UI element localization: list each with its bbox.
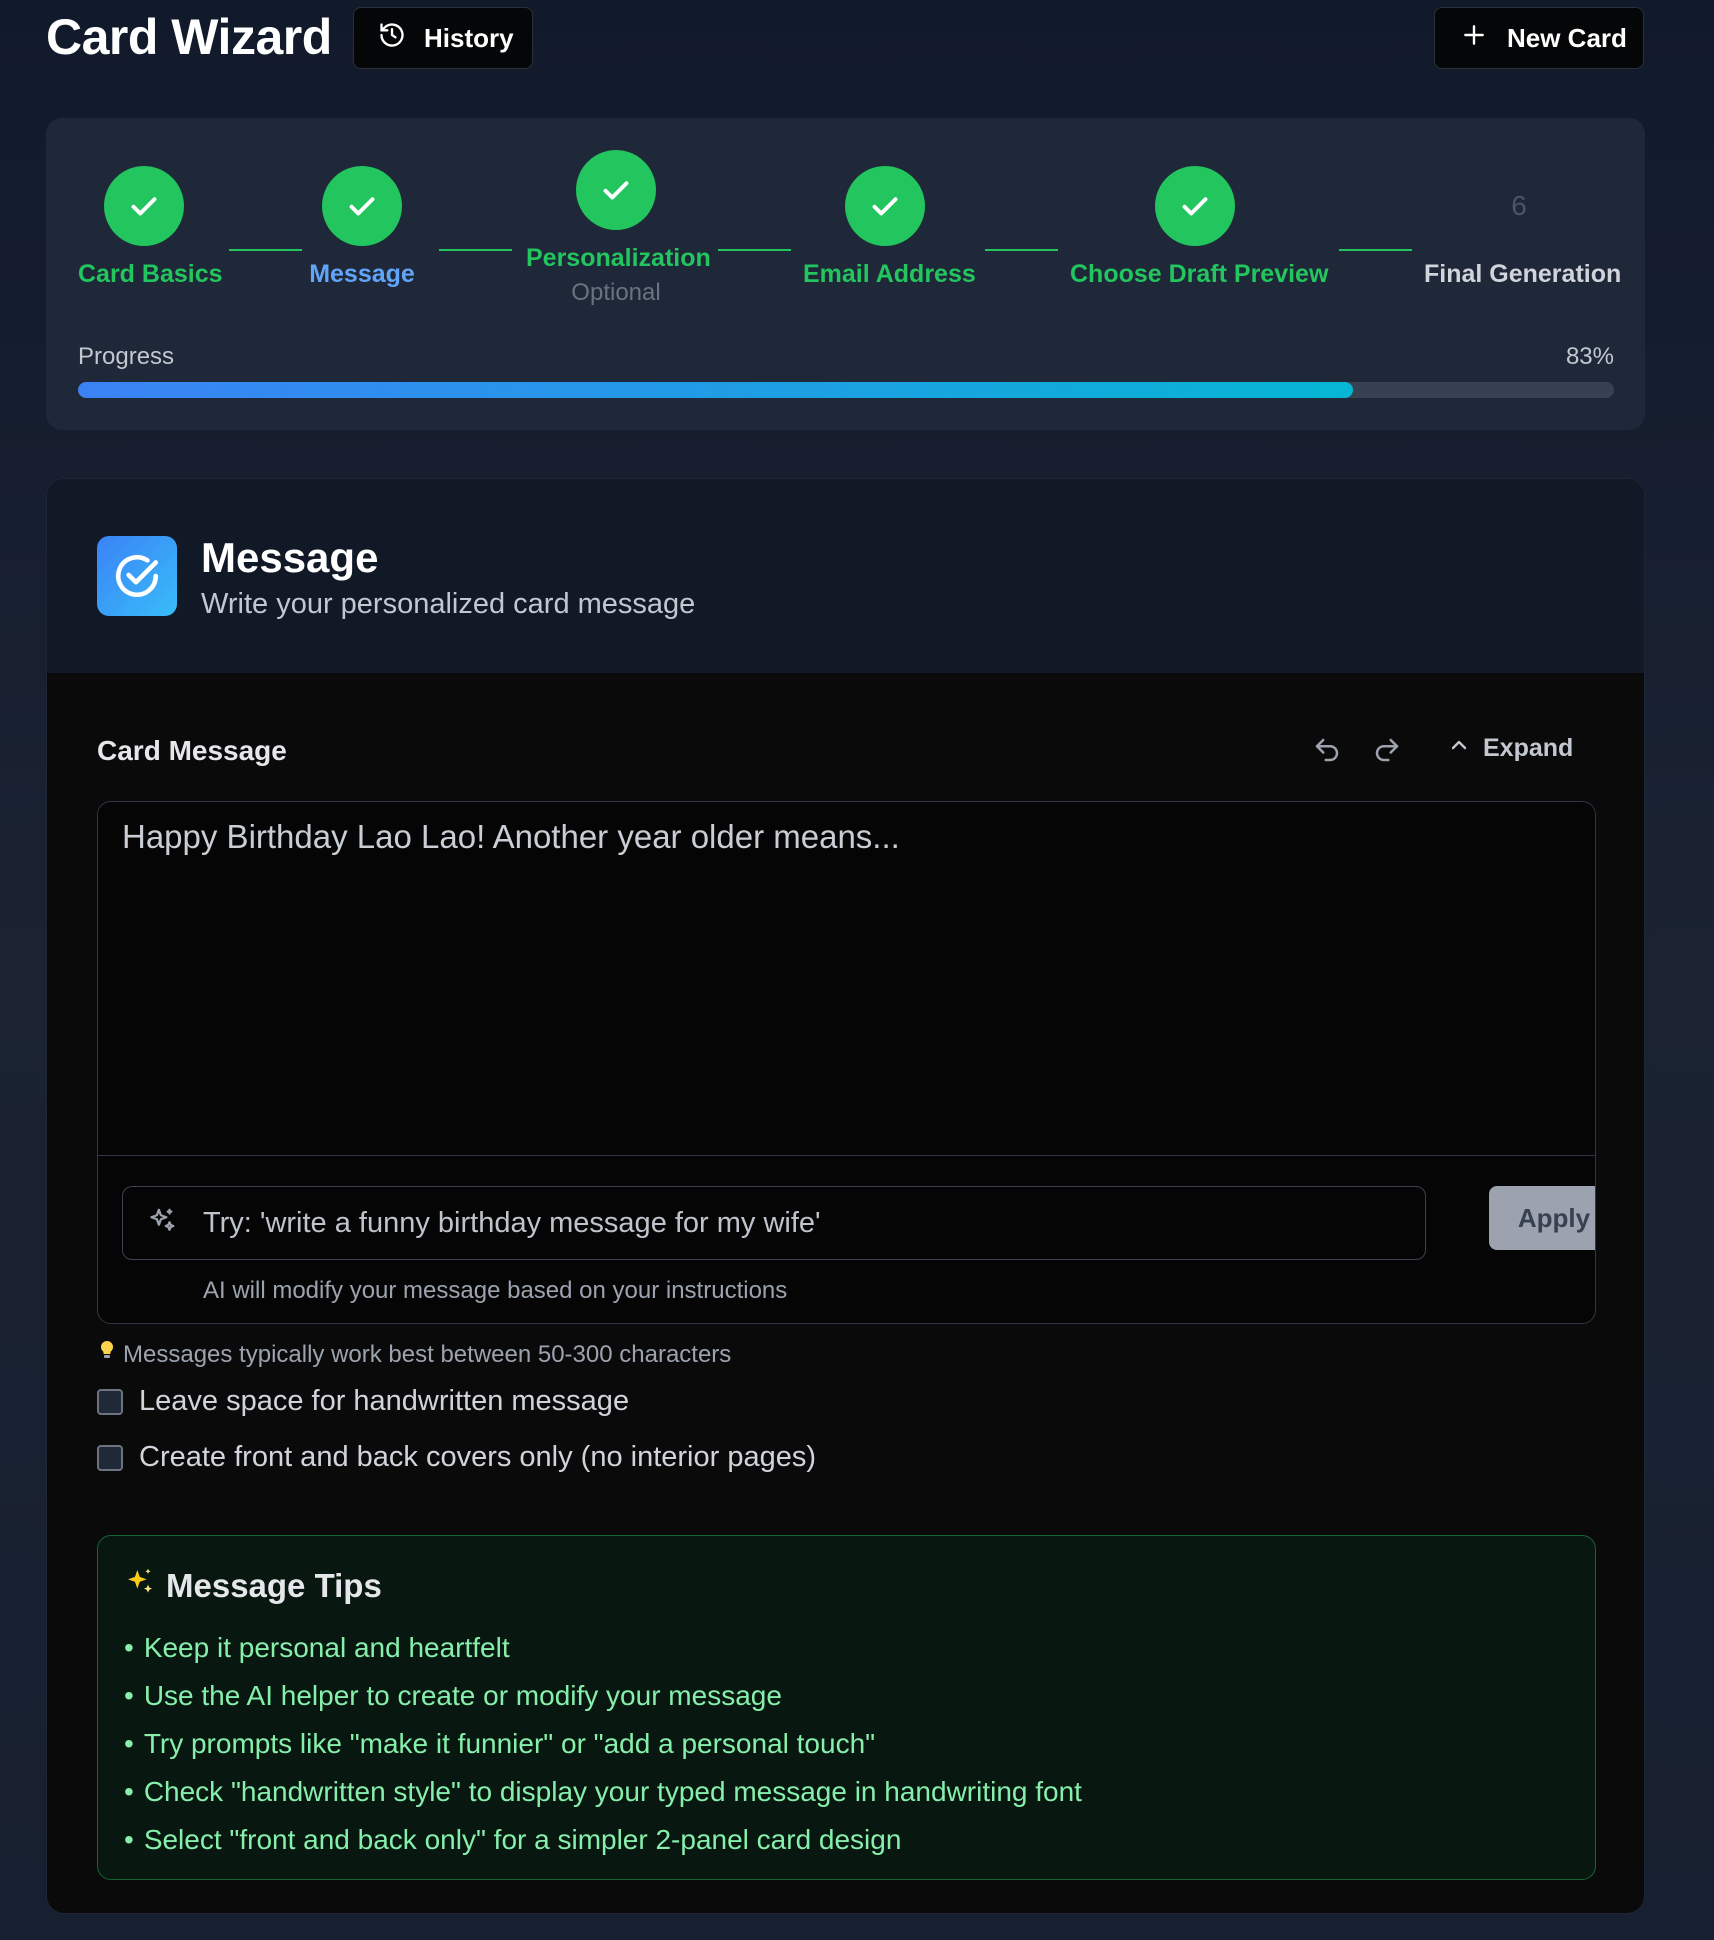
tips-list: Keep it personal and heartfelt Use the A…: [124, 1624, 1569, 1864]
step-email-address[interactable]: Email Address: [803, 166, 976, 289]
step-label: Final Generation: [1424, 260, 1622, 288]
covers-only-option[interactable]: Create front and back covers only (no in…: [97, 1441, 816, 1474]
step-sublabel: Optional: [571, 279, 661, 306]
step-message[interactable]: Message: [309, 166, 415, 289]
plus-icon: [1461, 22, 1487, 55]
tip-item: Use the AI helper to create or modify yo…: [124, 1672, 1569, 1720]
progress-bar: [78, 382, 1614, 398]
message-editor: Apply AI will modify your message based …: [97, 801, 1596, 1324]
sparkles-icon: [124, 1566, 156, 1606]
card-header: Message Write your personalized card mes…: [47, 479, 1644, 673]
lightbulb-icon: [97, 1339, 117, 1370]
step-final-generation[interactable]: 6 Final Generation: [1424, 166, 1622, 289]
covers-only-label: Create front and back covers only (no in…: [139, 1441, 817, 1473]
apply-button[interactable]: Apply: [1489, 1186, 1595, 1250]
progress-label: Progress: [78, 343, 175, 370]
step-personalization[interactable]: Personalization Optional: [526, 150, 711, 307]
tip-item: Check "handwritten style" to display you…: [124, 1768, 1569, 1816]
message-tips-panel: Message Tips Keep it personal and heartf…: [97, 1535, 1596, 1880]
check-icon: [576, 150, 656, 230]
step-connector: [1339, 249, 1412, 251]
tips-title: Message Tips: [124, 1566, 1569, 1606]
check-icon: [104, 166, 184, 246]
undo-icon[interactable]: [1312, 735, 1342, 770]
step-label: Email Address: [803, 260, 976, 288]
covers-only-checkbox[interactable]: [97, 1444, 123, 1471]
step-connector: [985, 249, 1058, 251]
ai-helper: Apply AI will modify your message based …: [98, 1161, 1595, 1323]
step-choose-draft-preview[interactable]: Choose Draft Preview: [1070, 166, 1329, 289]
card-title: Message: [201, 534, 379, 581]
redo-icon[interactable]: [1372, 735, 1402, 770]
handwritten-option[interactable]: Leave space for handwritten message: [97, 1385, 629, 1418]
step-connector: [718, 249, 791, 251]
ai-prompt-input[interactable]: [203, 1206, 1425, 1240]
step-label: Choose Draft Preview: [1070, 260, 1329, 288]
check-icon: [1155, 166, 1235, 246]
ai-prompt-field[interactable]: [122, 1186, 1426, 1260]
step-number: 6: [1511, 190, 1527, 221]
ai-hint-text: AI will modify your message based on you…: [203, 1277, 788, 1304]
history-button-label: History: [424, 22, 514, 53]
length-tip: Messages typically work best between 50-…: [97, 1339, 731, 1370]
handwritten-label: Leave space for handwritten message: [139, 1385, 630, 1417]
expand-button[interactable]: Expand: [1447, 733, 1573, 764]
card-message-label: Card Message: [97, 735, 287, 766]
expand-label: Expand: [1483, 734, 1574, 762]
tip-item: Keep it personal and heartfelt: [124, 1624, 1569, 1672]
check-icon: [845, 166, 925, 246]
check-icon: [322, 166, 402, 246]
tip-item: Try prompts like "make it funnier" or "a…: [124, 1720, 1569, 1768]
step-label: Card Basics: [78, 260, 223, 288]
progress-bar-fill: [78, 382, 1353, 398]
new-card-button-label: New Card: [1507, 22, 1627, 53]
step-label: Personalization: [526, 244, 711, 272]
card-message-textarea[interactable]: [98, 802, 1595, 1156]
card-subtitle: Write your personalized card message: [201, 588, 696, 620]
message-step-card: Message Write your personalized card mes…: [46, 478, 1645, 1914]
handwritten-checkbox[interactable]: [97, 1388, 123, 1415]
chevron-up-icon: [1447, 733, 1471, 764]
step-label: Message: [309, 260, 415, 288]
check-circle-icon: [97, 536, 177, 616]
history-button[interactable]: History: [353, 7, 533, 69]
tips-title-text: Message Tips: [166, 1567, 382, 1604]
tip-item: Select "front and back only" for a simpl…: [124, 1816, 1569, 1864]
new-card-button[interactable]: New Card: [1434, 7, 1644, 69]
app-title: Card Wizard: [46, 9, 332, 65]
sparkles-icon: [147, 1206, 177, 1241]
history-icon: [378, 21, 406, 56]
length-tip-text: Messages typically work best between 50-…: [123, 1340, 732, 1368]
step-connector: [439, 249, 512, 251]
step-connector: [229, 249, 302, 251]
progress-percent: 83%: [1565, 343, 1614, 370]
step-card-basics[interactable]: Card Basics: [78, 166, 223, 289]
